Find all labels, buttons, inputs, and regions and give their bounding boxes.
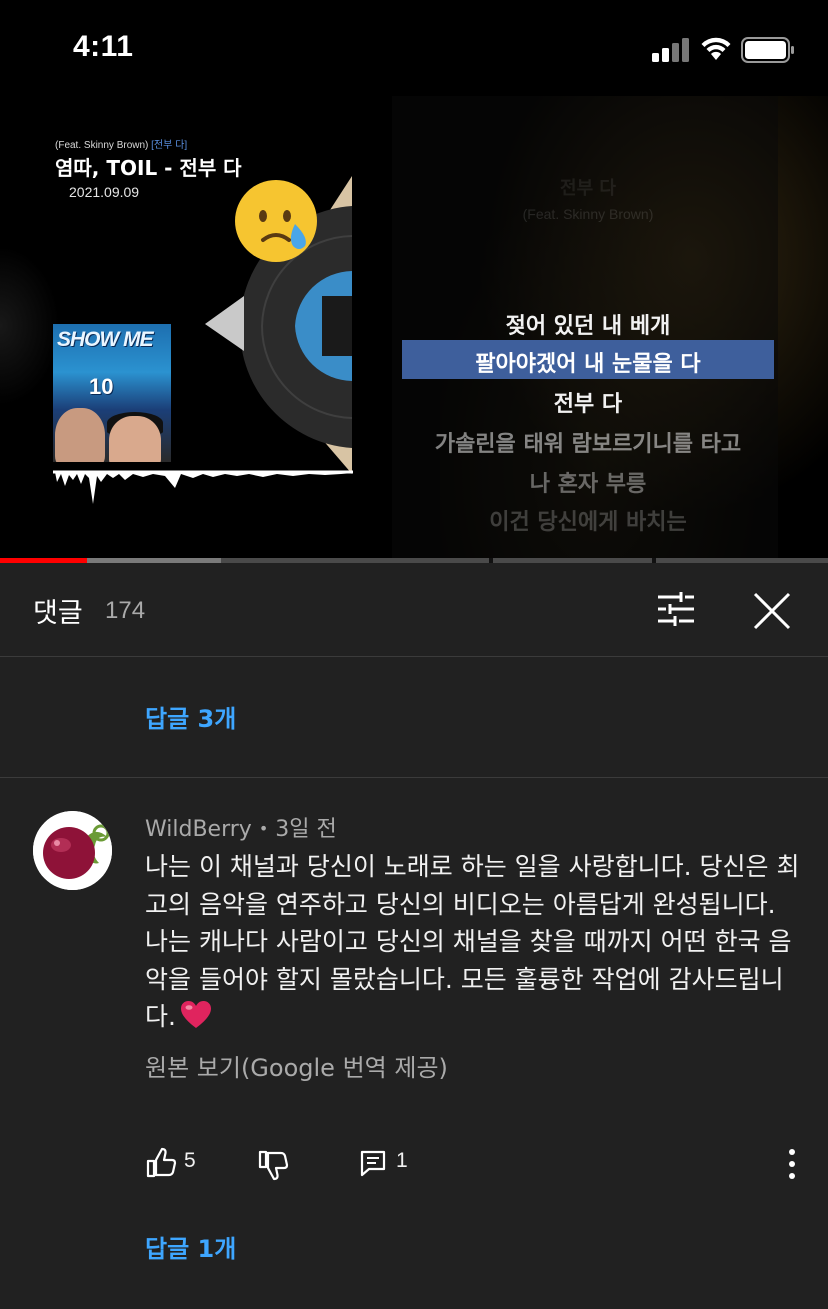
wildberry-avatar-icon [33, 811, 112, 890]
comment-text-content: 나는 이 채널과 당신이 노래로 하는 일을 사랑합니다. 당신은 최고의 음악… [145, 852, 800, 1031]
reply-comment-icon[interactable] [359, 1149, 387, 1177]
comment-text: 나는 이 채널과 당신이 노래로 하는 일을 사랑합니다. 당신은 최고의 음악… [145, 848, 805, 1036]
video-background-left [0, 246, 60, 406]
lyric-line: 전부 다 [553, 392, 623, 417]
close-icon[interactable] [748, 587, 796, 635]
status-bar: 4:11 [0, 0, 828, 96]
status-time: 4:11 [73, 30, 134, 63]
view-replies-link[interactable]: 답글 1개 [145, 1229, 236, 1264]
cover-logo-text: SHOW ME [57, 328, 154, 351]
song-subtitle: (Feat. Skinny Brown) [전부 다] [55, 136, 187, 151]
lyric-line-current: 팔아야겠어 내 눈물을 다 [475, 352, 701, 377]
sort-filter-icon[interactable] [652, 589, 700, 629]
comment-actions: 5 1 [0, 1143, 828, 1187]
avatar[interactable] [33, 811, 112, 890]
thumbs-up-icon[interactable] [145, 1147, 177, 1179]
crying-face-emoji [235, 180, 317, 262]
like-count: 5 [184, 1149, 196, 1172]
see-original-link[interactable]: 원본 보기(Google 번역 제공) [145, 1048, 448, 1083]
cover-logo-number: 10 [89, 374, 114, 399]
meta-separator: • [258, 819, 269, 838]
lyrics-feat: (Feat. Skinny Brown) [522, 206, 654, 222]
thumbs-down-icon[interactable] [257, 1149, 289, 1181]
comments-panel: 댓글 174 답글 3개 WildBerry • 3일 전 나는 이 채널과 당… [0, 563, 828, 1309]
comments-header: 댓글 174 [0, 563, 828, 657]
comments-title: 댓글 [33, 598, 83, 629]
wifi-icon [701, 37, 731, 60]
album-cover: SHOW ME 10 [53, 324, 171, 462]
lyric-line: 가솔린을 태워 람보르기니를 타고 [434, 432, 742, 457]
red-heart-icon [180, 1001, 211, 1028]
comment-meta: WildBerry • 3일 전 [145, 811, 337, 843]
release-date: 2021.09.09 [69, 184, 140, 200]
video-player[interactable]: (Feat. Skinny Brown) [전부 다] 염따, TOIL - 전… [0, 96, 828, 558]
comment-time: 3일 전 [275, 817, 337, 842]
cover-person [109, 416, 161, 462]
reply-count: 1 [396, 1149, 408, 1172]
cellular-signal-icon [652, 38, 692, 62]
comment-divider [0, 777, 828, 778]
lyric-line: 이건 당신에게 바치는 [489, 510, 687, 535]
comments-count: 174 [105, 597, 146, 624]
lyric-line: 나 혼자 부릉 [529, 472, 647, 497]
cover-person [55, 408, 105, 462]
battery-icon [741, 37, 794, 63]
view-replies-link[interactable]: 답글 3개 [145, 699, 236, 734]
song-tag: [전부 다] [151, 140, 188, 151]
audio-waveform [53, 470, 353, 504]
lyric-line: 젖어 있던 내 베개 [505, 314, 671, 339]
comment-author[interactable]: WildBerry [145, 817, 252, 842]
lyrics-heading: 전부 다 [560, 178, 616, 199]
more-options-icon[interactable] [782, 1147, 802, 1181]
song-feat: (Feat. Skinny Brown) [55, 140, 149, 151]
